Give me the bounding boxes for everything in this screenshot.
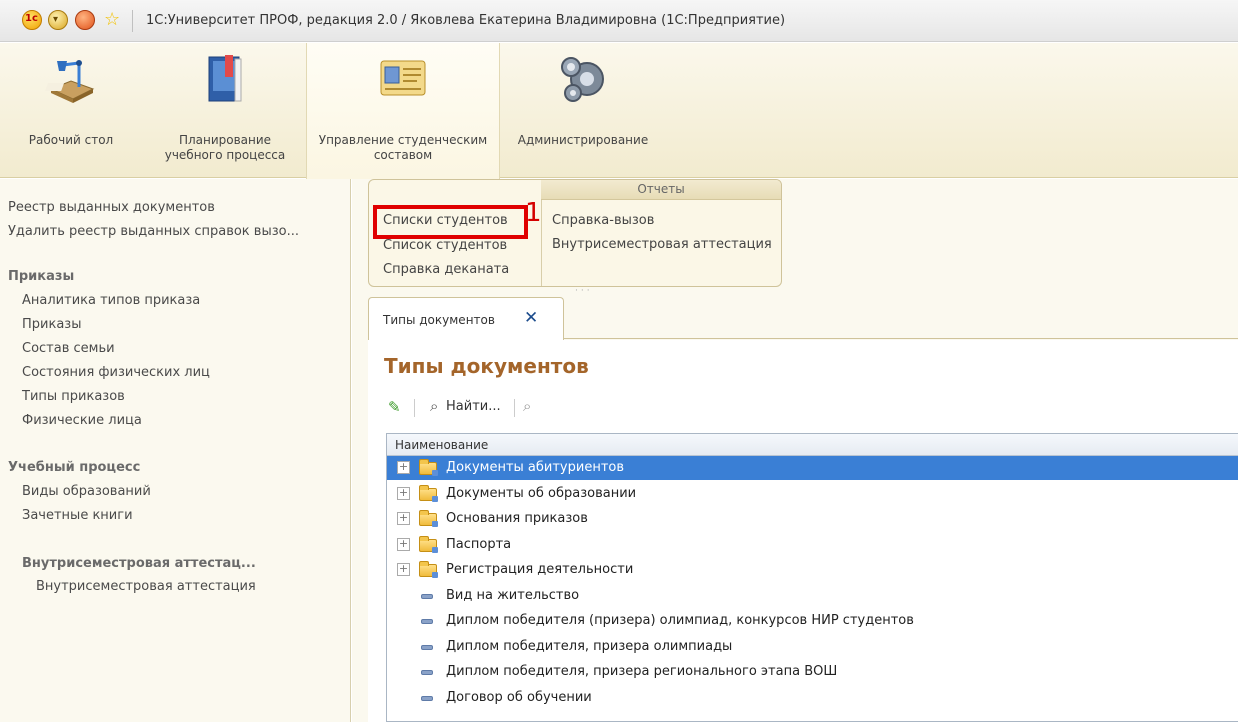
row-name-cell: Основания приказов [446, 511, 588, 526]
item-icon [421, 619, 433, 624]
panel-resize-grip[interactable]: ··· [575, 286, 593, 296]
table-row[interactable]: Диплом победителя (призера) олимпиад, ко… [387, 609, 1238, 633]
table-row[interactable]: + Основания приказов [387, 507, 1238, 531]
book-icon [208, 55, 242, 102]
row-name-cell: Договор об обучении [446, 689, 592, 705]
item-icon [421, 593, 433, 599]
reports-header: Отчеты [541, 180, 781, 200]
nav-link-intrasemester-attestation[interactable]: Внутрисеместровая аттестация [36, 579, 256, 594]
table-row[interactable]: Диплом победителя, призера олимпиады [387, 635, 1238, 659]
section-desktop-label: Рабочий стол [28, 133, 114, 147]
document-types-table: Наименование + Документы абитуриентов + Док… [386, 433, 1238, 722]
row-name-cell: Паспорта [446, 536, 512, 552]
row-name-cell: Вид на жительство [446, 587, 580, 603]
nav-link-delete-registry[interactable]: Удалить реестр выданных справок вызо... [8, 224, 299, 239]
section-students[interactable]: Управление студенческим составом [306, 43, 500, 179]
row-name-cell: Диплом победителя, призера регионального… [446, 664, 838, 679]
section-students-label: Управление студенческим составом [318, 133, 488, 162]
item-icon [421, 695, 433, 701]
folder-icon [419, 535, 438, 553]
cmd-dean-certificate[interactable]: Справка деканата [383, 262, 509, 277]
favorites-star-icon[interactable]: ☆ [104, 9, 120, 30]
section-admin-label: Администрирование [517, 133, 649, 147]
cancel-search-icon[interactable]: ⌕ [523, 397, 531, 415]
id-card-icon [380, 60, 426, 96]
row-name-cell: Регистрация деятельности [446, 562, 634, 577]
section-planning-label: Планирование учебного процесса [164, 133, 286, 162]
annotation-number: 1 [525, 198, 542, 228]
item-icon [421, 644, 433, 650]
row-name-cell: Диплом победителя, призера олимпиады [446, 638, 733, 654]
column-header-name[interactable]: Наименование [395, 438, 488, 452]
tab-document-types-label: Типы документов [383, 313, 495, 327]
row-name-cell: Документы об образовании [446, 485, 637, 501]
nav-link-education-types[interactable]: Виды образований [22, 484, 151, 499]
gears-icon [561, 57, 604, 102]
search-icon[interactable]: ⌕ [430, 397, 438, 415]
nav-group-study-process: Учебный процесс [8, 460, 141, 475]
report-summons-certificate[interactable]: Справка-вызов [552, 213, 654, 228]
nav-link-family[interactable]: Состав семьи [22, 341, 115, 356]
nav-link-order-type-analytics[interactable]: Аналитика типов приказа [22, 293, 200, 308]
window-title: 1С:Университет ПРОФ, редакция 2.0 / Яков… [146, 13, 786, 28]
app-logo-icon[interactable]: 1с [22, 10, 42, 30]
nav-group-intrasemester: Внутрисеместровая аттестац... [22, 556, 256, 571]
row-name-cell: Диплом победителя (призера) олимпиад, ко… [446, 613, 914, 628]
nav-link-person-states[interactable]: Состояния физических лиц [22, 365, 210, 380]
table-row[interactable]: + Документы об образовании [387, 482, 1238, 506]
section-admin[interactable]: Администрирование [508, 43, 658, 178]
work-area: Отчеты Списки студентов Список студентов… [352, 179, 1238, 722]
tab-document-types[interactable]: Типы документов ✕ [368, 297, 564, 340]
expand-icon[interactable]: + [397, 537, 410, 551]
cmd-student-list[interactable]: Список студентов [383, 238, 507, 253]
section-desktop[interactable]: Рабочий стол [26, 43, 116, 178]
tab-strip: Типы документов ✕ [368, 297, 1238, 340]
nav-link-order-types[interactable]: Типы приказов [22, 389, 125, 404]
find-button[interactable]: Найти... [446, 399, 501, 414]
form-title: Типы документов [384, 354, 589, 378]
nav-link-orders[interactable]: Приказы [22, 317, 81, 332]
folder-icon [419, 510, 438, 527]
table-row[interactable]: + Паспорта [387, 533, 1238, 557]
expand-icon[interactable]: + [397, 486, 410, 500]
document-types-form: Типы документов ✎ ⌕ Найти... ⌕ Наименова… [368, 340, 1238, 722]
table-row[interactable]: + Регистрация деятельности [387, 558, 1238, 582]
nav-link-persons[interactable]: Физические лица [22, 413, 142, 428]
sections-panel: Рабочий стол Планирование учебного проце… [0, 43, 1238, 179]
nav-group-orders: Приказы [8, 269, 75, 284]
edit-pencil-icon[interactable]: ✎ [388, 398, 401, 416]
title-separator [132, 10, 133, 32]
item-icon [421, 670, 433, 675]
title-bar: 1с ▾ ☆ 1С:Университет ПРОФ, редакция 2.0… [0, 0, 1238, 42]
report-intrasemester-attestation[interactable]: Внутрисеместровая аттестация [552, 237, 772, 252]
expand-icon[interactable]: + [397, 512, 410, 525]
annotation-highlight-box [373, 205, 528, 239]
folder-icon [419, 484, 438, 502]
main-menu-button[interactable]: ▾ [48, 10, 68, 30]
table-row[interactable]: Договор об обучении [387, 686, 1238, 710]
home-button[interactable] [75, 10, 95, 30]
nav-link-record-books[interactable]: Зачетные книги [22, 508, 133, 523]
folder-icon [419, 459, 438, 476]
table-row[interactable]: + Документы абитуриентов [387, 456, 1238, 480]
table-row[interactable]: Вид на жительство [387, 584, 1238, 608]
section-planning[interactable]: Планирование учебного процесса [150, 43, 300, 178]
folder-icon [419, 561, 438, 578]
nav-link-issued-docs-registry[interactable]: Реестр выданных документов [8, 200, 215, 215]
toolbar-separator [514, 399, 515, 417]
table-row[interactable]: Диплом победителя, призера регионального… [387, 660, 1238, 684]
expand-icon[interactable]: + [397, 563, 410, 576]
desk-lamp-icon [45, 60, 95, 103]
close-icon[interactable]: ✕ [524, 308, 538, 328]
row-name-cell: Документы абитуриентов [446, 460, 625, 475]
expand-icon[interactable]: + [397, 461, 410, 474]
navigation-panel: Реестр выданных документов Удалить реест… [0, 179, 351, 722]
toolbar-separator [414, 399, 415, 417]
command-panel: Отчеты Списки студентов Список студентов… [368, 179, 782, 296]
table-header: Наименование [387, 434, 1238, 456]
